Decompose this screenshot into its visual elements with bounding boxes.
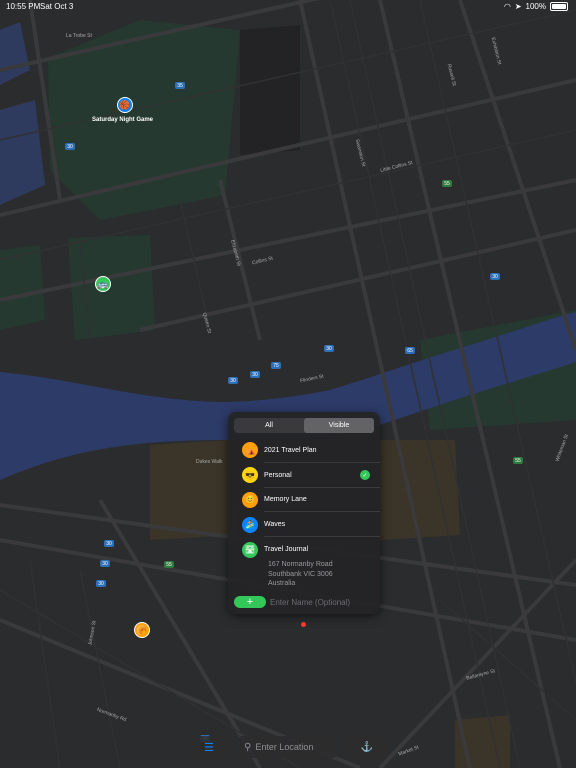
- street-label: Dukes Walk: [196, 459, 223, 465]
- collection-panel: All Visible ⛺ 2021 Travel Plan 😎 Persona…: [228, 412, 380, 614]
- pin-label: Saturday Night Game: [92, 117, 154, 123]
- route-shield: 30: [104, 540, 114, 547]
- sunglasses-icon: 😎: [242, 467, 258, 484]
- list-item[interactable]: 🛣 Travel Journal: [228, 537, 380, 562]
- list-item[interactable]: 😊 Memory Lane: [228, 488, 380, 513]
- location-button[interactable]: ⚓: [346, 736, 388, 758]
- status-time: 10:55 PM: [6, 2, 41, 11]
- route-shield: 55: [513, 457, 523, 464]
- tent-icon: ⛺: [242, 442, 258, 459]
- basketball-icon: 🏀: [119, 99, 131, 110]
- list-item[interactable]: 🏄 Waves: [228, 512, 380, 538]
- location-icon: ⚓: [360, 741, 374, 753]
- segmented-control: All Visible: [234, 418, 374, 433]
- battery-icon: [550, 2, 568, 11]
- search-icon: ⚲: [244, 741, 252, 753]
- address-text: 167 Normanby Road Southbank VIC 3006 Aus…: [268, 560, 333, 589]
- dropped-pin-dot[interactable]: [301, 622, 306, 627]
- list-button[interactable]: ☰: [188, 736, 230, 758]
- collection-list[interactable]: ⛺ 2021 Travel Plan 😎 Personal ✓ 😊 Memory…: [228, 438, 380, 564]
- list-item[interactable]: ⛺ 2021 Travel Plan: [228, 438, 380, 463]
- address-line: 167 Normanby Road: [268, 561, 333, 568]
- list-item-label: 2021 Travel Plan: [264, 446, 317, 454]
- list-item-label: Travel Journal: [264, 546, 309, 554]
- route-shield: 30: [65, 143, 75, 150]
- segment-all[interactable]: All: [234, 418, 304, 433]
- segment-visible[interactable]: Visible: [304, 418, 374, 433]
- road-icon: 🛣: [242, 541, 258, 558]
- status-bar: 10:55 PM Sat Oct 3 ◠ ➤ 100%: [0, 0, 576, 14]
- list-icon: ☰: [204, 741, 214, 754]
- address-line: Southbank VIC 3006: [268, 570, 333, 578]
- map-pin-croissant[interactable]: 🥐: [134, 622, 150, 638]
- location-arrow-icon: ➤: [514, 2, 522, 11]
- status-right: ◠ ➤ 100%: [504, 2, 568, 11]
- status-date: Sat Oct 3: [40, 2, 74, 11]
- route-shield: 55: [164, 561, 174, 568]
- list-item-label: Memory Lane: [264, 496, 307, 504]
- sand-area: [150, 440, 235, 540]
- route-shield: 30: [228, 377, 238, 384]
- route-shield: 75: [271, 362, 281, 369]
- add-button[interactable]: +: [234, 596, 266, 608]
- map-pin-saturday-night-game[interactable]: 🏀: [117, 97, 133, 113]
- address-line: Australia: [268, 580, 296, 587]
- route-shield: 55: [442, 180, 452, 187]
- list-item-label: Personal: [264, 471, 292, 479]
- battery-percent: 100%: [525, 2, 546, 11]
- smile-icon: 😊: [242, 491, 258, 508]
- map-pin-bus[interactable]: 🚌: [95, 276, 111, 292]
- route-shield: 30: [96, 580, 106, 587]
- building: [240, 25, 300, 155]
- map-view[interactable]: [0, 0, 576, 768]
- route-shield: 30: [250, 371, 260, 378]
- list-item-label: Waves: [264, 521, 286, 529]
- checkmark-icon: ✓: [360, 470, 370, 481]
- street-label: La Trobe St: [66, 33, 92, 39]
- route-shield: 30: [324, 345, 334, 352]
- search-input[interactable]: [255, 742, 332, 752]
- sand-area: [380, 440, 460, 540]
- surfer-icon: 🏄: [242, 516, 258, 533]
- route-shield: 35: [175, 82, 185, 89]
- wifi-icon: ◠: [503, 2, 511, 11]
- route-shield: 30: [100, 560, 110, 567]
- bus-icon: 🚌: [97, 278, 109, 289]
- croissant-icon: 🥐: [136, 624, 148, 635]
- search-field[interactable]: ⚲: [238, 736, 338, 758]
- route-shield: 30: [490, 273, 500, 280]
- name-input[interactable]: [270, 594, 374, 610]
- list-item[interactable]: 😎 Personal ✓: [228, 463, 380, 488]
- route-shield: 65: [405, 347, 415, 354]
